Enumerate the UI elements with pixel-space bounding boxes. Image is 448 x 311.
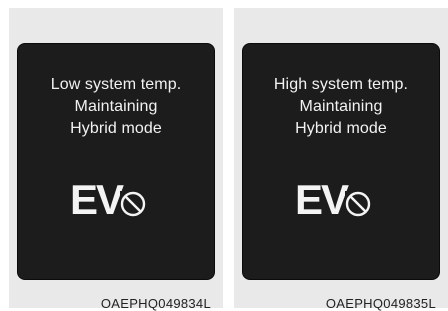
- prohibited-icon: [120, 191, 146, 217]
- figure-panel-low-temp: Low system temp. Maintaining Hybrid mode…: [9, 8, 223, 311]
- message-line-2: Maintaining: [74, 98, 158, 115]
- message-line-1: High system temp.: [273, 76, 409, 93]
- ev-label: EV: [70, 176, 124, 223]
- warning-message: High system temp. Maintaining Hybrid mod…: [243, 74, 439, 140]
- ev-label: EV: [295, 176, 349, 223]
- prohibited-icon: [345, 191, 371, 217]
- ev-mode-indicator: EV: [295, 177, 387, 225]
- cluster-display: Low system temp. Maintaining Hybrid mode…: [18, 44, 214, 279]
- figure-code: OAEPHQ049834L: [100, 296, 211, 311]
- message-line-3: Hybrid mode: [295, 120, 387, 137]
- message-line-1: Low system temp.: [50, 76, 182, 93]
- warning-message: Low system temp. Maintaining Hybrid mode: [18, 74, 214, 140]
- figure-code: OAEPHQ049835L: [325, 296, 436, 311]
- message-line-2: Maintaining: [299, 98, 383, 115]
- figure-panel-high-temp: High system temp. Maintaining Hybrid mod…: [234, 8, 448, 311]
- message-line-3: Hybrid mode: [70, 120, 162, 137]
- cluster-display: High system temp. Maintaining Hybrid mod…: [243, 44, 439, 279]
- ev-mode-indicator: EV: [70, 177, 162, 225]
